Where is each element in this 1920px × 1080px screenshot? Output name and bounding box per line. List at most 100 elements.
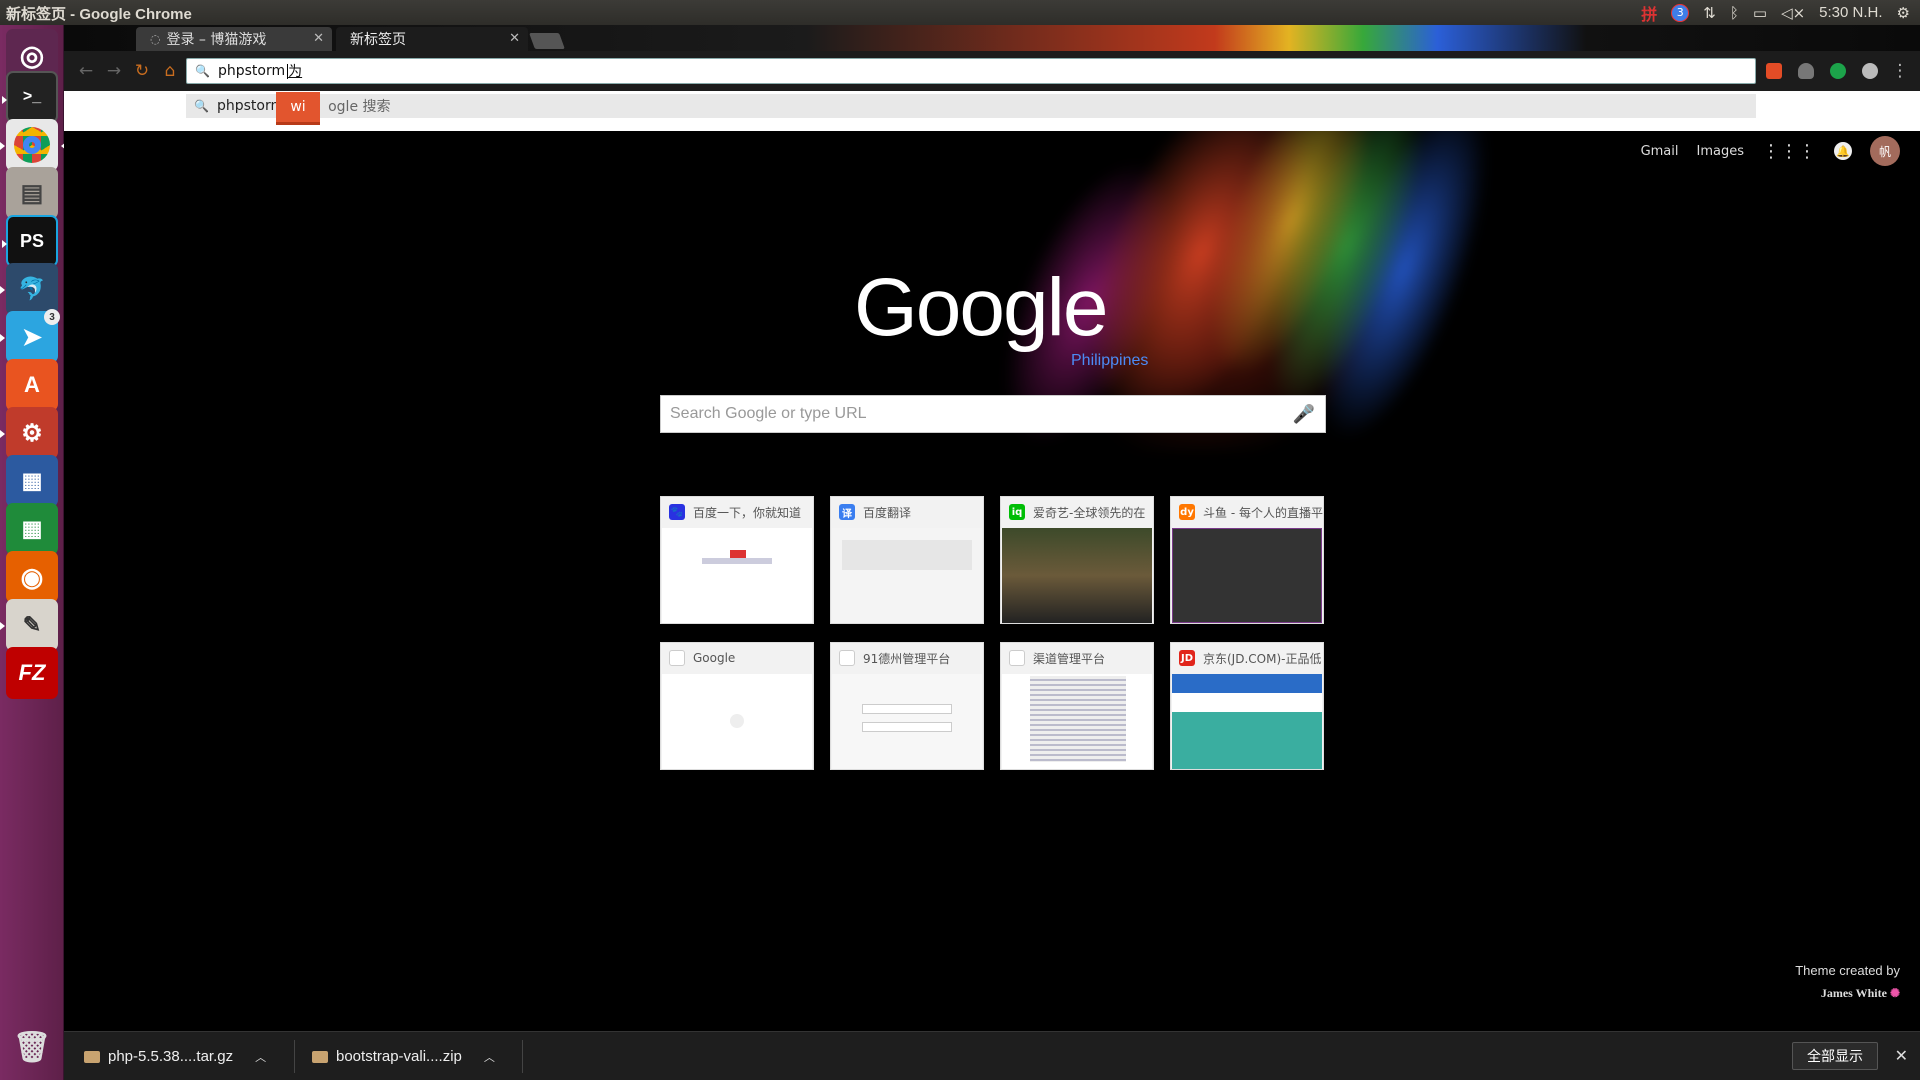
suggestion-rest: ogle 搜索	[328, 99, 391, 115]
filezilla-icon[interactable]: FZ	[6, 647, 58, 699]
close-icon[interactable]: ✕	[509, 31, 520, 46]
firefox-icon[interactable]: ◉	[6, 551, 58, 603]
download-filename: php-5.5.38....tar.gz	[108, 1048, 234, 1065]
ime-candidate-box[interactable]: wi	[276, 92, 320, 125]
suggestion-row[interactable]: 🔍 phpstorm ogle 搜索	[186, 94, 1756, 118]
ime-indicator[interactable]: 拼	[1641, 1, 1657, 25]
tile-thumbnail	[832, 528, 982, 623]
network-icon[interactable]: ⇅	[1703, 4, 1716, 22]
loading-icon: ◌	[150, 32, 161, 46]
menu-kebab-icon[interactable]: ⋮	[1890, 61, 1910, 81]
forward-icon[interactable]: →	[104, 61, 124, 81]
omnibox-text: phpstorm	[217, 63, 286, 79]
most-visited-tile[interactable]: 91德州管理平台	[830, 642, 984, 770]
apps-grid-icon[interactable]: ⋮⋮⋮	[1762, 141, 1816, 162]
chevron-up-icon[interactable]: ︿	[484, 1049, 495, 1065]
new-tab-button[interactable]	[529, 33, 565, 49]
most-visited-tile[interactable]: JD 京东(JD.COM)-正品低	[1170, 642, 1324, 770]
files-icon[interactable]: ▤	[6, 167, 58, 219]
download-item[interactable]: php-5.5.38....tar.gz ︿	[84, 1032, 266, 1080]
chevron-up-icon[interactable]: ︿	[255, 1049, 266, 1065]
tile-thumbnail	[662, 674, 812, 769]
reload-icon[interactable]: ↻	[132, 61, 152, 81]
omnibox-dropdown: 🔍 phpstorm ogle 搜索	[64, 91, 1920, 131]
office-extension-icon[interactable]	[1766, 63, 1782, 79]
home-icon[interactable]: ⌂	[160, 61, 180, 81]
search-icon: 🔍	[195, 64, 210, 78]
tile-thumbnail	[662, 528, 812, 623]
trash-icon[interactable]: 🗑	[6, 1021, 58, 1073]
notification-badge[interactable]: 3	[1671, 3, 1690, 22]
tile-title: 爱奇艺-全球领先的在	[1033, 505, 1146, 520]
phpstorm-icon[interactable]: PS	[2, 215, 58, 267]
most-visited-tile[interactable]: Google	[660, 642, 814, 770]
close-icon[interactable]: ✕	[1895, 1046, 1908, 1065]
translate-extension-icon[interactable]	[1830, 63, 1846, 79]
tile-title: Google	[693, 651, 736, 665]
system-settings-icon[interactable]: ⚙	[0, 407, 58, 459]
mysql-workbench-icon[interactable]: 🐬	[0, 263, 58, 315]
system-tray: 拼 3 ⇅ ᛒ ▭ ◁× 5:30 N.H. ⚙	[1641, 0, 1920, 25]
telegram-badge: 3	[44, 309, 60, 325]
divider	[294, 1040, 295, 1073]
most-visited-tile[interactable]: iq 爱奇艺-全球领先的在	[1000, 496, 1154, 624]
theme-credit: Theme created by James White ✺	[1795, 963, 1900, 1001]
top-panel: 新标签页 - Google Chrome 拼 3 ⇅ ᛒ ▭ ◁× 5:30 N…	[0, 0, 1920, 25]
star-logo-icon: ✺	[1889, 986, 1900, 1000]
text-editor-icon[interactable]: ✎	[0, 599, 58, 651]
new-tab-page: Gmail Images ⋮⋮⋮ 🔔 帆 Google Philippines …	[64, 131, 1920, 1031]
douyu-icon: dy	[1179, 504, 1195, 520]
tab-strip: ◌ 登录 – 博猫游戏 ✕ 新标签页 ✕	[64, 25, 1920, 51]
tab-new-tab[interactable]: 新标签页 ✕	[336, 27, 528, 51]
download-item[interactable]: bootstrap-vali....zip ︿	[312, 1032, 495, 1080]
close-icon[interactable]: ✕	[313, 31, 324, 46]
software-center-icon[interactable]: A	[6, 359, 58, 411]
telegram-icon[interactable]: ➤ 3	[0, 309, 60, 363]
unity-launcher: ◎ >_ ▤ PS 🐬 ➤ 3 A ⚙ ▦ ▦ ◉ ✎ FZ 🗑	[0, 25, 66, 1080]
window-title: 新标签页 - Google Chrome	[6, 6, 192, 23]
ime-composition: 为	[288, 64, 303, 80]
page-icon	[1009, 650, 1025, 666]
clock[interactable]: 5:30 N.H.	[1819, 4, 1882, 21]
download-shelf: php-5.5.38....tar.gz ︿ bootstrap-vali...…	[64, 1031, 1920, 1080]
microphone-icon[interactable]: 🎤	[1293, 404, 1315, 425]
archive-file-icon	[84, 1050, 100, 1063]
power-gear-icon[interactable]: ⚙	[1897, 4, 1910, 22]
toolbar: ← → ↻ ⌂ 🔍 phpstorm 为 ⋮	[64, 51, 1920, 91]
ntp-search-box[interactable]: Search Google or type URL 🎤	[660, 395, 1326, 433]
show-all-button[interactable]: 全部显示	[1792, 1042, 1878, 1070]
back-icon[interactable]: ←	[76, 61, 96, 81]
images-link[interactable]: Images	[1697, 144, 1745, 159]
most-visited-tile[interactable]: 🐾 百度一下，你就知道	[660, 496, 814, 624]
jd-icon: JD	[1179, 650, 1195, 666]
tile-thumbnail	[1002, 528, 1152, 623]
most-visited-tile[interactable]: 译百度翻译	[830, 496, 984, 624]
account-avatar[interactable]: 帆	[1870, 136, 1900, 166]
tile-thumbnail	[1172, 674, 1322, 769]
libreoffice-calc-icon[interactable]: ▦	[6, 503, 58, 555]
terminal-icon[interactable]: >_	[2, 71, 58, 123]
google-bar: Gmail Images ⋮⋮⋮ 🔔 帆	[1641, 136, 1900, 166]
libreoffice-writer-icon[interactable]: ▦	[6, 455, 58, 507]
omnibox[interactable]: 🔍 phpstorm 为	[186, 58, 1756, 84]
translate-icon: 译	[839, 504, 855, 520]
credit-author[interactable]: James White ✺	[1795, 986, 1900, 1001]
shield-extension-icon[interactable]	[1798, 63, 1814, 79]
page-icon	[669, 650, 685, 666]
chrome-icon[interactable]	[0, 119, 66, 171]
bluetooth-icon[interactable]: ᛒ	[1730, 4, 1739, 22]
desktop: 新标签页 - Google Chrome 拼 3 ⇅ ᛒ ▭ ◁× 5:30 N…	[0, 0, 1920, 1080]
battery-icon[interactable]: ▭	[1753, 4, 1767, 22]
search-placeholder: Search Google or type URL	[670, 405, 867, 422]
most-visited-tile[interactable]: dy 斗鱼 - 每个人的直播平	[1170, 496, 1324, 624]
volume-muted-icon[interactable]: ◁×	[1781, 4, 1805, 22]
google-logo: Google	[854, 262, 1108, 353]
tile-thumbnail	[832, 674, 982, 769]
tab-login[interactable]: ◌ 登录 – 博猫游戏 ✕	[136, 27, 332, 51]
gmail-link[interactable]: Gmail	[1641, 144, 1679, 159]
notifications-bell-icon[interactable]: 🔔	[1834, 142, 1852, 160]
most-visited-tile[interactable]: 渠道管理平台	[1000, 642, 1154, 770]
author-name: James White	[1820, 986, 1887, 1000]
globe-extension-icon[interactable]	[1862, 63, 1878, 79]
archive-file-icon	[312, 1050, 328, 1063]
